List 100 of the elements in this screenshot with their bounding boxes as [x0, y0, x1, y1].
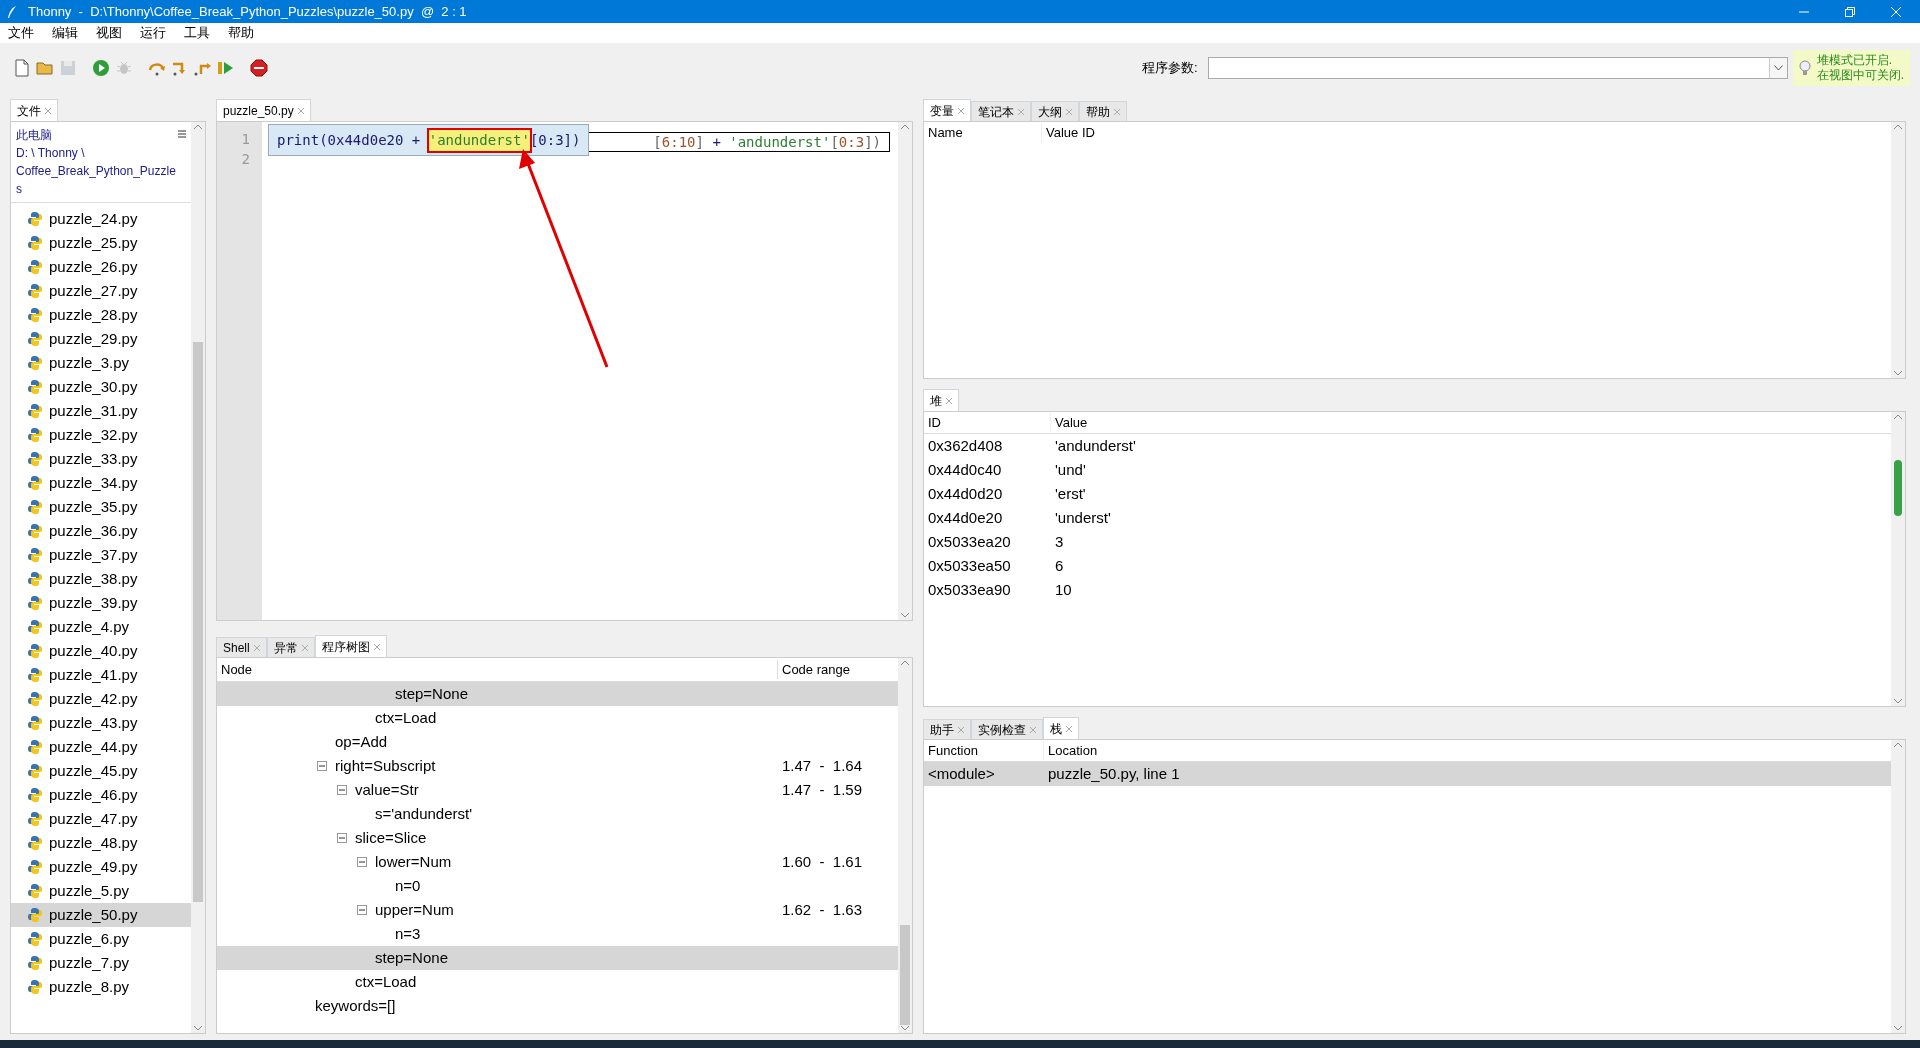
- close-icon[interactable]: [946, 397, 952, 404]
- file-item[interactable]: puzzle_33.py: [11, 447, 191, 471]
- run-icon[interactable]: [91, 58, 111, 78]
- close-icon[interactable]: [297, 107, 304, 114]
- scroll-up-icon[interactable]: [901, 124, 909, 130]
- file-item[interactable]: puzzle_39.py: [11, 591, 191, 615]
- scroll-down-icon[interactable]: [1894, 370, 1902, 376]
- stack-row[interactable]: <module> puzzle_50.py, line 1: [924, 762, 1891, 786]
- file-item[interactable]: puzzle_25.py: [11, 231, 191, 255]
- panel-tab[interactable]: 助手: [923, 719, 971, 739]
- close-icon[interactable]: [1030, 726, 1036, 733]
- scroll-up-icon[interactable]: [901, 660, 909, 666]
- tree-row[interactable]: step=None: [217, 682, 898, 706]
- column-header[interactable]: Name: [924, 123, 1042, 143]
- column-header[interactable]: Node: [217, 659, 778, 680]
- file-item[interactable]: puzzle_45.py: [11, 759, 191, 783]
- file-item[interactable]: puzzle_44.py: [11, 735, 191, 759]
- menu-item[interactable]: 帮助: [228, 23, 254, 43]
- scrollbar[interactable]: [1891, 412, 1905, 706]
- scroll-down-icon[interactable]: [1894, 1025, 1902, 1031]
- panel-tab[interactable]: Shell: [216, 637, 267, 657]
- file-item[interactable]: puzzle_38.py: [11, 567, 191, 591]
- file-item[interactable]: puzzle_30.py: [11, 375, 191, 399]
- tree-row[interactable]: lower=Num 1.60 - 1.61: [217, 850, 898, 874]
- close-icon[interactable]: [301, 644, 308, 651]
- menu-item[interactable]: 编辑: [52, 23, 78, 43]
- close-icon[interactable]: [958, 107, 964, 114]
- scrollbar[interactable]: [1891, 740, 1905, 1033]
- file-item[interactable]: puzzle_34.py: [11, 471, 191, 495]
- panel-tab[interactable]: 程序树图: [314, 635, 387, 657]
- file-item[interactable]: puzzle_41.py: [11, 663, 191, 687]
- column-header[interactable]: Code range: [778, 659, 850, 680]
- collapse-icon[interactable]: [317, 761, 327, 771]
- tree-row[interactable]: ctx=Load: [217, 970, 898, 994]
- menu-item[interactable]: 文件: [8, 23, 34, 43]
- tree-row[interactable]: keywords=[]: [217, 994, 898, 1018]
- tree-row[interactable]: right=Subscript 1.47 - 1.64: [217, 754, 898, 778]
- file-item[interactable]: puzzle_35.py: [11, 495, 191, 519]
- tree-row[interactable]: s='andunderst': [217, 802, 898, 826]
- tree-row[interactable]: value=Str 1.47 - 1.59: [217, 778, 898, 802]
- menu-item[interactable]: 运行: [140, 23, 166, 43]
- file-item[interactable]: puzzle_46.py: [11, 783, 191, 807]
- scroll-down-icon[interactable]: [194, 1025, 202, 1031]
- panel-tab[interactable]: 异常: [266, 637, 315, 657]
- scroll-down-icon[interactable]: [901, 612, 909, 618]
- panel-tab[interactable]: 实例检查: [971, 719, 1043, 739]
- file-item[interactable]: puzzle_49.py: [11, 855, 191, 879]
- scroll-up-icon[interactable]: [194, 124, 202, 130]
- close-icon[interactable]: [1066, 725, 1072, 732]
- file-item[interactable]: puzzle_47.py: [11, 807, 191, 831]
- collapse-icon[interactable]: [357, 905, 367, 915]
- scrollbar[interactable]: [898, 122, 912, 620]
- collapse-icon[interactable]: [357, 857, 367, 867]
- close-icon[interactable]: [253, 644, 260, 651]
- scroll-up-icon[interactable]: [1894, 414, 1902, 420]
- column-header[interactable]: Value: [1051, 412, 1088, 433]
- scroll-up-icon[interactable]: [1894, 124, 1902, 130]
- panel-tab[interactable]: 栈: [1043, 717, 1079, 739]
- close-icon[interactable]: [1066, 108, 1072, 115]
- scroll-down-icon[interactable]: [1894, 698, 1902, 704]
- close-icon[interactable]: [958, 726, 964, 733]
- close-icon[interactable]: [1018, 108, 1024, 115]
- tree-row[interactable]: upper=Num 1.62 - 1.63: [217, 898, 898, 922]
- panel-tab[interactable]: 大纲: [1031, 101, 1079, 121]
- dropdown-caret-icon[interactable]: [1773, 65, 1783, 71]
- panel-tab[interactable]: 帮助: [1079, 101, 1127, 121]
- file-item[interactable]: puzzle_6.py: [11, 927, 191, 951]
- file-item[interactable]: puzzle_29.py: [11, 327, 191, 351]
- path-segment[interactable]: 此电脑: [16, 126, 178, 144]
- scrollbar-thumb[interactable]: [900, 925, 910, 1025]
- file-item[interactable]: puzzle_4.py: [11, 615, 191, 639]
- file-item[interactable]: puzzle_27.py: [11, 279, 191, 303]
- file-item[interactable]: puzzle_48.py: [11, 831, 191, 855]
- menu-item[interactable]: 工具: [184, 23, 210, 43]
- scroll-down-icon[interactable]: [901, 1025, 909, 1031]
- file-item[interactable]: puzzle_31.py: [11, 399, 191, 423]
- scrollbar-thumb[interactable]: [193, 342, 203, 902]
- panel-tab[interactable]: 堆: [923, 389, 959, 411]
- menu-item[interactable]: 视图: [96, 23, 122, 43]
- menu-icon[interactable]: [178, 130, 186, 138]
- collapse-icon[interactable]: [337, 785, 347, 795]
- scrollbar[interactable]: [191, 122, 205, 1033]
- scroll-up-icon[interactable]: [1894, 742, 1902, 748]
- restore-icon[interactable]: [1844, 5, 1856, 18]
- close-icon[interactable]: [373, 643, 380, 650]
- file-item[interactable]: puzzle_37.py: [11, 543, 191, 567]
- tree-row[interactable]: n=3: [217, 922, 898, 946]
- scrollbar[interactable]: [898, 658, 912, 1033]
- column-header[interactable]: ID: [924, 412, 1051, 433]
- tree-row[interactable]: ctx=Load: [217, 706, 898, 730]
- file-item[interactable]: puzzle_8.py: [11, 975, 191, 999]
- file-item[interactable]: puzzle_28.py: [11, 303, 191, 327]
- file-item[interactable]: puzzle_43.py: [11, 711, 191, 735]
- column-header[interactable]: Value ID: [1042, 123, 1095, 143]
- scrollbar[interactable]: [1891, 122, 1905, 378]
- panel-tab[interactable]: puzzle_50.py: [216, 99, 311, 121]
- path-segment[interactable]: Coffee_Break_Python_Puzzle: [16, 162, 178, 180]
- panel-tab[interactable]: 变量: [923, 99, 971, 121]
- close-icon[interactable]: [1114, 108, 1120, 115]
- file-item[interactable]: puzzle_24.py: [11, 207, 191, 231]
